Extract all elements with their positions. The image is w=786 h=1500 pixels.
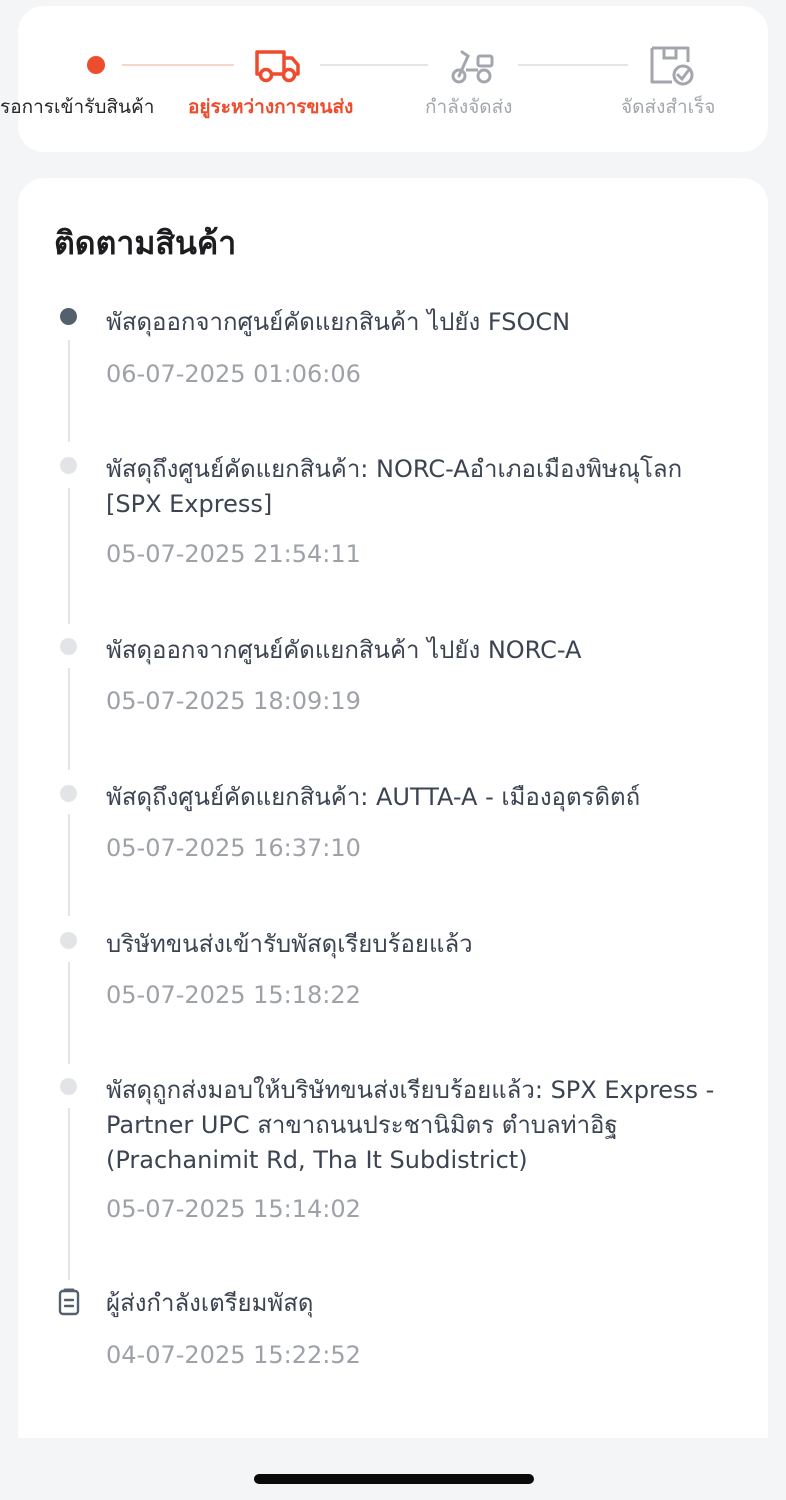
step-connector-2 [320,64,428,66]
event-time: 05-07-2025 18:09:19 [106,687,361,715]
step-label-in-transit: อยู่ระหว่างการขนส่ง [188,96,354,118]
step-label-out-for-delivery: กำลังจัดส่ง [425,96,513,118]
event-description: พัสดุออกจากศูนย์คัดแยกสินค้า ไปยัง NORC-… [106,636,582,664]
timeline-line [68,814,70,916]
event-time: 06-07-2025 01:06:06 [106,360,361,388]
scooter-icon [451,50,494,84]
event-description: พัสดุถึงศูนย์คัดแยกสินค้า: AUTTA-A - เมื… [106,783,641,811]
timeline-dot [60,638,77,655]
truck-icon [255,50,300,83]
tracking-title: ติดตามสินค้า [54,224,237,262]
timeline-line [68,1108,70,1280]
event-time: 05-07-2025 15:18:22 [106,981,361,1009]
event-time: 04-07-2025 15:22:52 [106,1341,361,1369]
timeline-line [68,488,70,624]
package-check-icon [650,46,694,86]
event-time: 05-07-2025 16:37:10 [106,834,361,862]
timeline-dot [60,1078,77,1095]
home-indicator[interactable] [254,1474,534,1484]
step-connector-1 [122,64,234,66]
event-description: พัสดุถูกส่งมอบให้บริษัทขนส่งเรียบร้อยแล้… [106,1076,715,1174]
timeline-line [68,668,70,770]
step-label-delivered: จัดส่งสำเร็จ [621,96,716,118]
event-description: พัสดุถึงศูนย์คัดแยกสินค้า: NORC-Aอำเภอเม… [106,455,683,518]
event-time: 05-07-2025 21:54:11 [106,540,361,568]
event-description: บริษัทขนส่งเข้ารับพัสดุเรียบร้อยแล้ว [106,930,473,958]
event-description: พัสดุออกจากศูนย์คัดแยกสินค้า ไปยัง FSOCN [106,308,571,336]
step-connector-3 [518,64,628,66]
timeline-line [68,340,70,442]
step-1-dot [87,56,105,74]
step-label-pickup: รอการเข้ารับสินค้า [0,96,155,118]
event-time: 05-07-2025 15:14:02 [106,1195,361,1223]
timeline-line [68,962,70,1064]
event-description: ผู้ส่งกำลังเตรียมพัสดุ [106,1289,314,1317]
timeline-dot [60,932,77,949]
timeline-dot [60,785,77,802]
timeline-dot-active [60,308,77,325]
clipboard-icon [58,1288,80,1316]
timeline-dot [60,457,77,474]
